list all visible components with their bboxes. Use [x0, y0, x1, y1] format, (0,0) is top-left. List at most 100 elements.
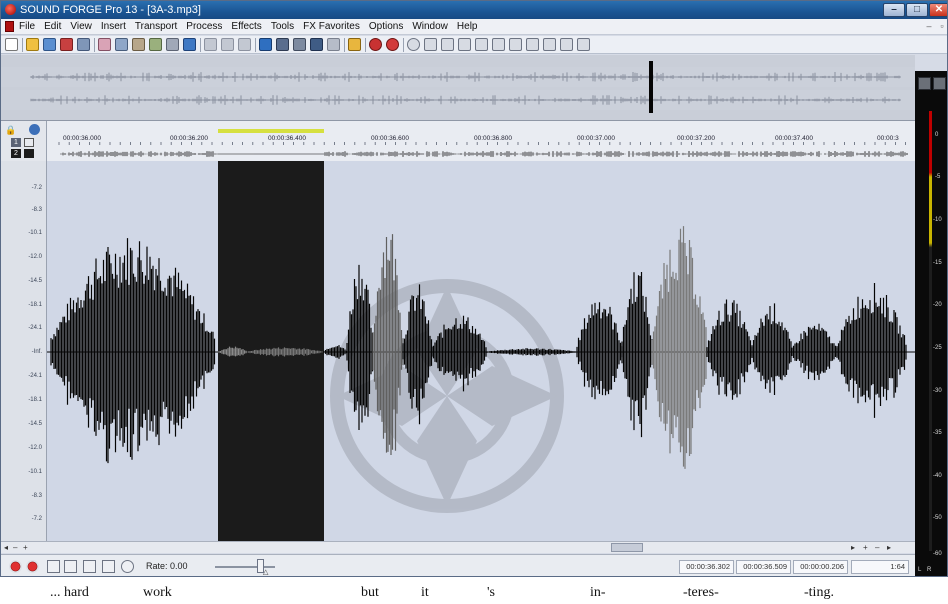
- amplitude-label: -18.1: [28, 397, 42, 403]
- mix-icon[interactable]: [149, 38, 162, 51]
- undo-icon[interactable]: [204, 38, 217, 51]
- selection-start-field[interactable]: 00:00:36.302: [679, 560, 734, 574]
- amplitude-label: -10.1: [28, 469, 42, 475]
- next-marker-icon[interactable]: [577, 38, 590, 51]
- record-arm-icon[interactable]: [26, 560, 39, 573]
- edit-tool-icon[interactable]: [259, 38, 272, 51]
- waveform-view[interactable]: [47, 161, 915, 541]
- zoom-fit-icon[interactable]: ▸: [887, 542, 891, 553]
- save-icon[interactable]: [43, 38, 56, 51]
- redo-icon[interactable]: [221, 38, 234, 51]
- save-as-icon[interactable]: [60, 38, 73, 51]
- channel-1-toggle[interactable]: [24, 138, 34, 147]
- rewind-icon[interactable]: [526, 38, 539, 51]
- envelope-tool-icon[interactable]: [327, 38, 340, 51]
- prev-marker-icon[interactable]: [560, 38, 573, 51]
- meter-reset-icon[interactable]: [933, 77, 946, 90]
- maximize-button[interactable]: □: [906, 3, 928, 17]
- channel-1-button[interactable]: 1: [11, 138, 21, 147]
- waveform-segments: [50, 226, 907, 469]
- zoom-out-icon[interactable]: –: [13, 542, 17, 553]
- paste-icon[interactable]: [132, 38, 145, 51]
- toolbar-separator: [344, 38, 345, 52]
- menu-transport[interactable]: Transport: [135, 20, 177, 34]
- document-icon[interactable]: [5, 21, 14, 32]
- meter-label: -15: [933, 260, 942, 266]
- zoom-out-level-icon[interactable]: –: [875, 542, 879, 553]
- menu-view[interactable]: View: [70, 20, 92, 34]
- meter-channel-right: R: [927, 567, 932, 573]
- zoom-ratio-field[interactable]: 1:64: [851, 560, 909, 574]
- open-folder-icon[interactable]: [26, 38, 39, 51]
- horizontal-scrollbar[interactable]: ◂ – + ▸ + – ▸: [1, 541, 915, 553]
- scrollbar-thumb[interactable]: [611, 543, 643, 552]
- go-to-start-icon[interactable]: [47, 560, 60, 573]
- menu-options[interactable]: Options: [369, 20, 403, 34]
- channel-2-button[interactable]: 2: [11, 149, 21, 158]
- pencil-tool-icon[interactable]: [293, 38, 306, 51]
- record-arm-icon[interactable]: [386, 38, 399, 51]
- go-to-end-icon[interactable]: [64, 560, 77, 573]
- forward-icon[interactable]: [543, 38, 556, 51]
- pause-icon[interactable]: [458, 38, 471, 51]
- go-to-start-icon[interactable]: [492, 38, 505, 51]
- channel-2-toggle[interactable]: [24, 149, 34, 158]
- minimize-button[interactable]: –: [883, 3, 905, 17]
- meter-bar-left: [929, 111, 932, 551]
- play-icon[interactable]: [441, 38, 454, 51]
- scroll-left-icon[interactable]: ◂: [4, 542, 8, 553]
- cut-icon[interactable]: [98, 38, 111, 51]
- stop-icon[interactable]: [475, 38, 488, 51]
- new-file-icon[interactable]: [5, 38, 18, 51]
- menu-process[interactable]: Process: [186, 20, 222, 34]
- loop-icon[interactable]: [407, 38, 420, 51]
- waveform-segment: [621, 272, 653, 438]
- play-icon[interactable]: [102, 560, 115, 573]
- trim-icon[interactable]: [183, 38, 196, 51]
- snap-icon[interactable]: [348, 38, 361, 51]
- save-all-icon[interactable]: [77, 38, 90, 51]
- lock-icon[interactable]: 🔒: [5, 125, 16, 136]
- selection-end-field[interactable]: 00:00:36.509: [736, 560, 791, 574]
- scroll-right-icon[interactable]: ▸: [851, 542, 855, 553]
- crop-icon[interactable]: [166, 38, 179, 51]
- play-all-icon[interactable]: [424, 38, 437, 51]
- menu-fx-favorites[interactable]: FX Favorites: [303, 20, 360, 34]
- menu-help[interactable]: Help: [457, 20, 478, 34]
- menu-edit[interactable]: Edit: [44, 20, 61, 34]
- ruler-label: 00:00:37.400: [775, 135, 813, 142]
- mdi-restore-icon[interactable]: ▫: [937, 21, 947, 31]
- repeat-icon[interactable]: [238, 38, 251, 51]
- meter-options-icon[interactable]: [918, 77, 931, 90]
- event-tool-icon[interactable]: [310, 38, 323, 51]
- menu-effects[interactable]: Effects: [231, 20, 261, 34]
- selection-marker[interactable]: [218, 129, 324, 133]
- channel-globe-icon[interactable]: [29, 124, 40, 135]
- ruler-label: 00:00:36.600: [371, 135, 409, 142]
- close-button[interactable]: ✕: [929, 3, 947, 17]
- menu-file[interactable]: File: [19, 20, 35, 34]
- loop-icon[interactable]: [121, 560, 134, 573]
- menu-window[interactable]: Window: [412, 20, 448, 34]
- amplitude-label: -14.5: [28, 278, 42, 284]
- mdi-minimize-icon[interactable]: –: [924, 21, 934, 31]
- zoom-in-icon[interactable]: +: [23, 542, 28, 553]
- record-icon[interactable]: [9, 560, 22, 573]
- menu-insert[interactable]: Insert: [101, 20, 126, 34]
- zoom-in-level-icon[interactable]: +: [863, 542, 868, 553]
- overview-cursor[interactable]: [649, 61, 653, 113]
- copy-icon[interactable]: [115, 38, 128, 51]
- caption-word: in-: [590, 585, 606, 600]
- toolbar-separator: [94, 38, 95, 52]
- overview-bar[interactable]: [1, 55, 915, 121]
- go-to-end-icon[interactable]: [509, 38, 522, 51]
- menu-tools[interactable]: Tools: [271, 20, 294, 34]
- record-icon[interactable]: [369, 38, 382, 51]
- sound-forge-app-icon[interactable]: [5, 4, 16, 15]
- magnify-tool-icon[interactable]: [276, 38, 289, 51]
- ruler-label: 00:00:36.800: [474, 135, 512, 142]
- amplitude-label: -7.2: [31, 516, 42, 522]
- time-ruler[interactable]: 00:00:36.000 00:00:36.200 00:00:36.400 0…: [47, 121, 915, 161]
- stop-icon[interactable]: [83, 560, 96, 573]
- selection-length-field[interactable]: 00:00:00.206: [793, 560, 848, 574]
